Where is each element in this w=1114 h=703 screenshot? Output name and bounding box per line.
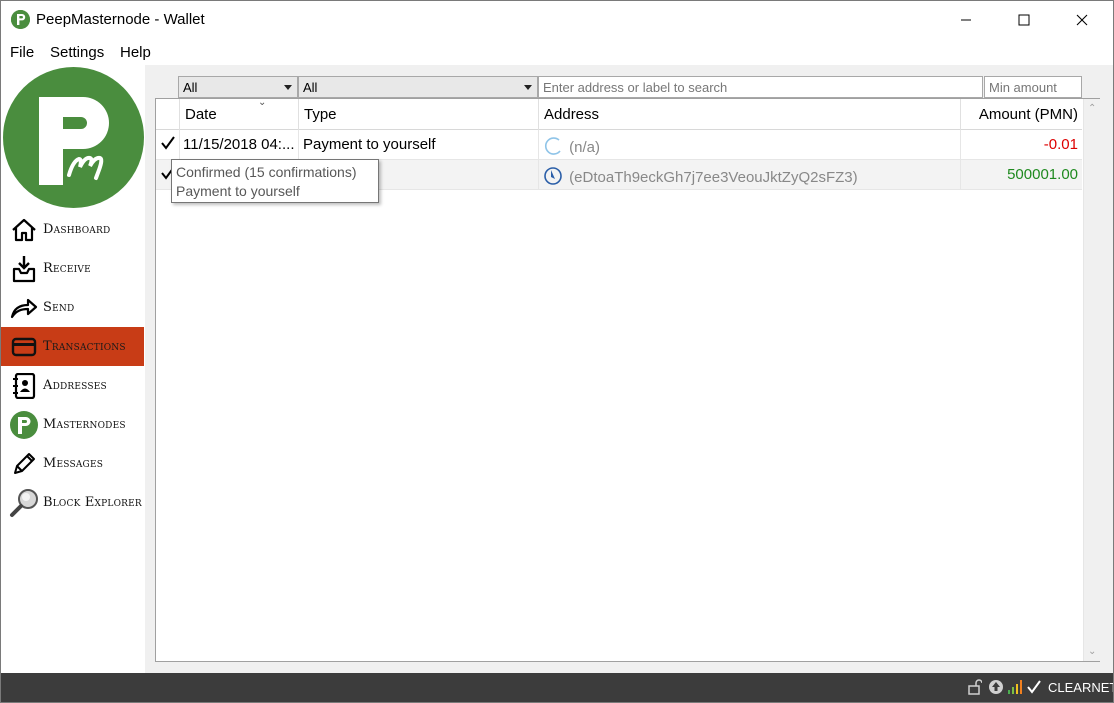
- sidebar-item-label: Block Explorer: [43, 495, 142, 510]
- amount-cell: -0.01: [1043, 136, 1078, 153]
- address-cell: (n/a): [539, 130, 961, 160]
- confirmation-tooltip: Confirmed (15 confirmations) Payment to …: [171, 159, 379, 203]
- sidebar-item-messages[interactable]: Messages: [1, 444, 144, 483]
- vertical-scrollbar[interactable]: ⌃ ⌄: [1083, 99, 1100, 661]
- type-cell: Payment to yourself: [299, 130, 539, 160]
- status-bar: CLEARNET: [1, 673, 1114, 702]
- staking-icon[interactable]: [988, 679, 1004, 695]
- min-amount-input[interactable]: Min amount: [984, 76, 1082, 98]
- sidebar-item-dashboard[interactable]: Dashboard: [1, 210, 144, 249]
- search-input[interactable]: Enter address or label to search: [538, 76, 983, 98]
- date-filter-value: All: [183, 80, 198, 95]
- sidebar-item-receive[interactable]: Receive: [1, 249, 144, 288]
- unlocked-icon[interactable]: [968, 679, 983, 695]
- chevron-down-icon: [524, 85, 532, 90]
- sidebar-item-label: Send: [43, 300, 75, 315]
- sidebar-item-label: Dashboard: [43, 222, 111, 237]
- sidebar-item-send[interactable]: Send: [1, 288, 144, 327]
- chevron-down-icon: [284, 85, 292, 90]
- menu-help[interactable]: Help: [120, 44, 151, 61]
- card-icon: [9, 333, 39, 361]
- sidebar-item-label: Messages: [43, 456, 104, 471]
- date-filter-select[interactable]: All: [178, 76, 298, 98]
- type-filter-select[interactable]: All: [298, 76, 538, 98]
- send-icon: [9, 294, 39, 322]
- home-icon: [9, 216, 39, 244]
- amount-cell: 500001.00: [1007, 166, 1078, 183]
- date-column-header[interactable]: Date ⌄: [180, 97, 299, 130]
- sidebar-item-block-explorer[interactable]: Block Explorer: [1, 483, 144, 522]
- date-cell: 11/15/2018 04:...: [180, 130, 299, 160]
- status-column-header[interactable]: [156, 99, 180, 130]
- date-header-label: Date: [185, 106, 217, 123]
- address-cell: (eDtoaTh9eckGh7j7ee3VeouJktZyQ2sFZ3): [539, 160, 961, 190]
- address-column-header[interactable]: Address: [539, 99, 961, 130]
- received-icon: [544, 167, 562, 185]
- tooltip-type: Payment to yourself: [176, 183, 300, 199]
- address-text: (n/a): [569, 139, 601, 156]
- window-title: PeepMasternode - Wallet: [36, 11, 205, 28]
- scroll-up-icon[interactable]: ⌃: [1088, 103, 1096, 114]
- pencil-icon: [9, 450, 39, 478]
- menu-settings[interactable]: Settings: [50, 44, 104, 61]
- network-status: CLEARNET: [1048, 680, 1114, 695]
- synced-check-icon[interactable]: [1027, 679, 1041, 695]
- table-row[interactable]: 11/15/2018 04:... Payment to yourself (n…: [156, 130, 1082, 160]
- tooltip-status: Confirmed (15 confirmations): [176, 164, 357, 180]
- close-button[interactable]: [1053, 1, 1111, 39]
- receive-icon: [9, 255, 39, 283]
- sidebar-nav: Dashboard Receive Send Transactions Addr…: [1, 210, 144, 522]
- minimize-button[interactable]: [937, 1, 995, 39]
- sidebar: Dashboard Receive Send Transactions Addr…: [1, 65, 145, 673]
- sidebar-item-label: Masternodes: [43, 417, 126, 432]
- sidebar-item-label: Transactions: [43, 339, 126, 354]
- confirmed-check-icon: [156, 130, 180, 160]
- address-book-icon: [9, 372, 39, 400]
- type-filter-value: All: [303, 80, 318, 95]
- payment-to-self-icon: [544, 137, 561, 155]
- title-bar: PeepMasternode - Wallet: [1, 1, 1113, 39]
- sidebar-item-label: Receive: [43, 261, 91, 276]
- table-header: Date ⌄ Type Address Amount (PMN): [156, 97, 1082, 130]
- connections-icon[interactable]: [1007, 679, 1023, 695]
- address-text: (eDtoaTh9eckGh7j7ee3VeouJktZyQ2sFZ3): [569, 169, 858, 186]
- sidebar-item-masternodes[interactable]: Masternodes: [1, 405, 144, 444]
- sidebar-item-addresses[interactable]: Addresses: [1, 366, 144, 405]
- app-logo-icon: [11, 10, 30, 29]
- sort-indicator-icon: ⌄: [258, 97, 267, 108]
- menu-file[interactable]: File: [10, 44, 34, 61]
- peep-logo-icon: [3, 67, 144, 208]
- app-window: PeepMasternode - Wallet File Settings He…: [0, 0, 1114, 703]
- amount-column-header[interactable]: Amount (PMN): [961, 99, 1082, 130]
- sidebar-item-label: Addresses: [43, 378, 107, 393]
- scroll-down-icon[interactable]: ⌄: [1088, 646, 1096, 657]
- sidebar-item-transactions[interactable]: Transactions: [1, 327, 144, 366]
- magnifier-icon: [9, 488, 39, 517]
- maximize-button[interactable]: [995, 1, 1053, 39]
- masternode-logo-icon: [9, 410, 39, 439]
- type-column-header[interactable]: Type: [299, 99, 539, 130]
- transactions-panel: All All Enter address or label to search…: [145, 65, 1113, 673]
- menu-bar: File Settings Help: [1, 39, 1113, 65]
